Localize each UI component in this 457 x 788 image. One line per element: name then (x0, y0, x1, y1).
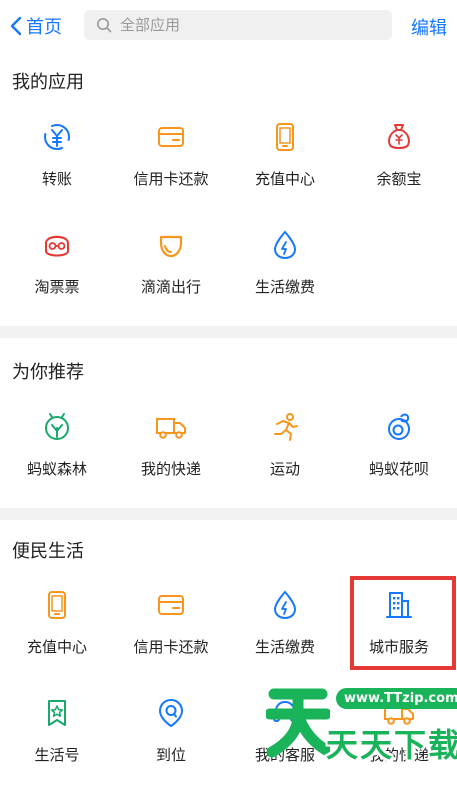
app-my-express[interactable]: 我的快递 (114, 410, 228, 502)
app-yuebao[interactable]: 余额宝 (342, 120, 456, 212)
didi-icon (154, 228, 188, 262)
app-label: 余额宝 (376, 170, 422, 188)
app-label: 生活缴费 (254, 278, 315, 296)
app-label: 蚂蚁花呗 (368, 460, 429, 478)
credit-card-icon (154, 120, 188, 154)
section-divider (0, 508, 457, 520)
watermark-text: 天天下载 (326, 726, 457, 764)
credit-card-icon (154, 588, 188, 622)
app-recharge-center[interactable]: 充值中心 (228, 120, 342, 212)
running-icon (268, 410, 302, 444)
app-life-payment-2[interactable]: 生活缴费 (228, 588, 342, 680)
location-icon (154, 696, 188, 730)
app-ant-forest[interactable]: 蚂蚁森林 (0, 410, 114, 502)
app-life-payment[interactable]: 生活缴费 (228, 228, 342, 320)
app-label: 淘票票 (34, 278, 80, 296)
top-bar: 首页 编辑 (0, 0, 457, 52)
app-label: 信用卡还款 (133, 170, 209, 188)
watermark-logo-icon (266, 688, 330, 758)
section-divider (0, 326, 457, 338)
app-label: 到位 (155, 746, 186, 764)
app-sports[interactable]: 运动 (228, 410, 342, 502)
app-label: 充值中心 (254, 170, 315, 188)
watermark: www.TTzip.com 天天下载 (266, 676, 457, 770)
search-bar[interactable] (84, 10, 392, 40)
app-taopiaopiao[interactable]: 淘票票 (0, 228, 114, 320)
app-credit-card-repay-2[interactable]: 信用卡还款 (114, 588, 228, 680)
search-icon (97, 18, 112, 33)
app-huabei[interactable]: 蚂蚁花呗 (342, 410, 456, 502)
app-label: 蚂蚁森林 (26, 460, 87, 478)
truck-icon (154, 410, 188, 444)
app-label: 我的快递 (140, 460, 201, 478)
highlight-box (350, 576, 456, 670)
bookmark-star-icon (40, 696, 74, 730)
app-life-account[interactable]: 生活号 (0, 696, 114, 788)
back-button[interactable]: 首页 (10, 12, 62, 40)
edit-button[interactable]: 编辑 (411, 14, 447, 40)
water-drop-icon (268, 228, 302, 262)
app-recharge-center-2[interactable]: 充值中心 (0, 588, 114, 680)
section-title-my-apps: 我的应用 (12, 72, 84, 93)
water-drop-icon (268, 588, 302, 622)
watermark-url: www.TTzip.com (336, 688, 457, 709)
ticket-face-icon (40, 228, 74, 262)
app-label: 信用卡还款 (133, 638, 209, 656)
phone-icon (268, 120, 302, 154)
app-didi[interactable]: 滴滴出行 (114, 228, 228, 320)
phone-icon (40, 588, 74, 622)
app-daowei[interactable]: 到位 (114, 696, 228, 788)
chevron-left-icon (10, 16, 22, 36)
app-transfer[interactable]: 转账 (0, 120, 114, 212)
app-label: 生活缴费 (254, 638, 315, 656)
app-label: 运动 (269, 460, 300, 478)
app-credit-card-repay[interactable]: 信用卡还款 (114, 120, 228, 212)
app-label: 充值中心 (26, 638, 87, 656)
section-title-recommended: 为你推荐 (12, 362, 84, 383)
transfer-icon (40, 120, 74, 154)
app-label: 滴滴出行 (140, 278, 201, 296)
huabei-icon (382, 410, 416, 444)
money-bag-icon (382, 120, 416, 154)
app-label: 转账 (41, 170, 72, 188)
app-label: 生活号 (34, 746, 80, 764)
forest-icon (40, 410, 74, 444)
search-input[interactable] (118, 15, 372, 35)
section-title-convenience: 便民生活 (12, 541, 84, 562)
back-label: 首页 (26, 17, 62, 38)
